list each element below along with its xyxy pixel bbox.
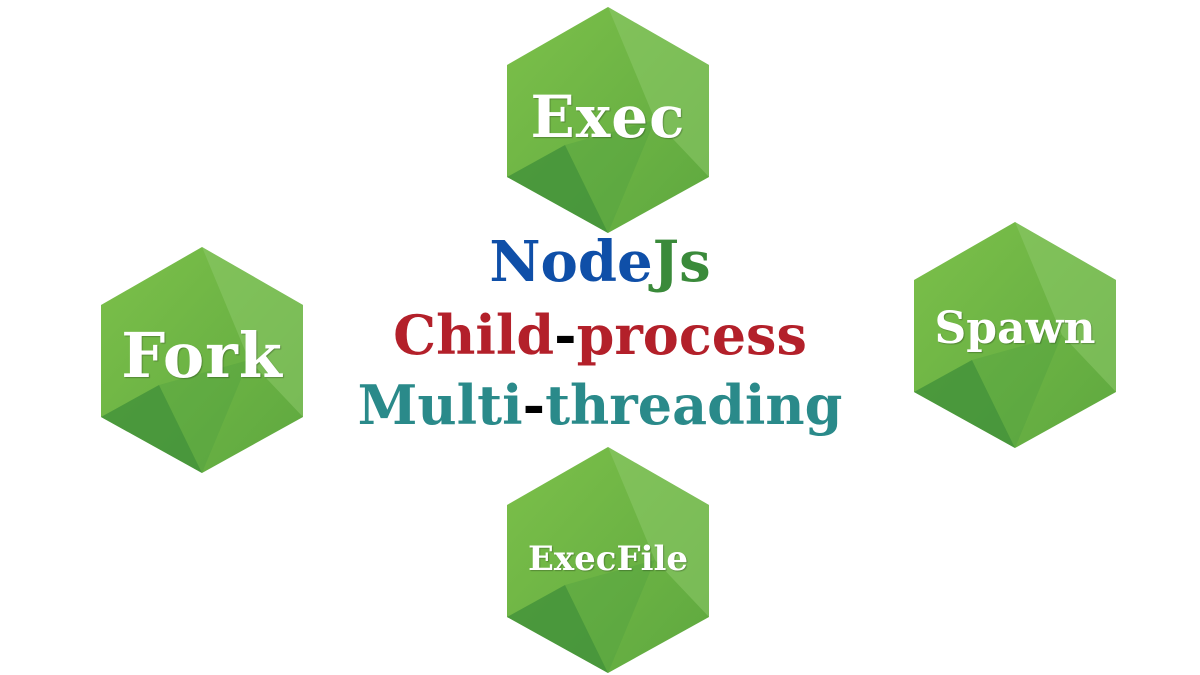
exec-hexagon: Exec <box>505 5 711 235</box>
child-text: Child <box>393 303 555 367</box>
execfile-hexagon: ExecFile <box>505 445 711 675</box>
multi-hyphen: - <box>522 373 546 437</box>
spawn-label: Spawn <box>934 303 1096 354</box>
exec-label: Exec <box>530 83 686 151</box>
process-text: process <box>576 303 807 367</box>
spawn-hexagon: Spawn <box>912 220 1118 450</box>
child-process-title: Child-process <box>330 303 870 367</box>
node-text: Node <box>489 229 653 295</box>
fork-label: Fork <box>121 319 283 392</box>
multi-text: Multi <box>357 373 523 437</box>
nodejs-title: NodeJs <box>330 229 870 295</box>
threading-text: threading <box>545 373 843 437</box>
js-text: Js <box>652 229 711 295</box>
execfile-label: ExecFile <box>527 539 689 579</box>
child-hyphen: - <box>554 303 577 367</box>
fork-hexagon: Fork <box>99 245 305 475</box>
multi-threading-title: Multi-threading <box>330 373 870 437</box>
